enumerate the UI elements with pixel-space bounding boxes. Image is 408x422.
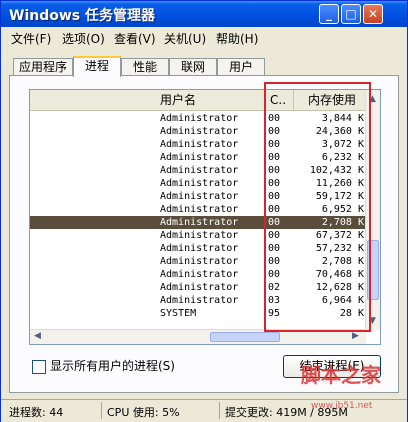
table-row[interactable]: Administrator 00 11,260 K	[30, 177, 366, 190]
row-user-name: Administrator	[160, 113, 239, 124]
table-row[interactable]: Administrator 00 3,844 K	[30, 112, 366, 125]
row-memory-usage: 2,708 K	[321, 217, 364, 228]
row-user-name: Administrator	[160, 152, 239, 163]
maximize-button[interactable]: □	[341, 4, 361, 24]
show-all-users-checkbox[interactable]: 显示所有用户的进程(S)	[32, 357, 175, 374]
tab-processes[interactable]: 进程	[73, 56, 121, 77]
row-memory-usage: 12,628 K	[315, 282, 364, 293]
vertical-scroll-thumb[interactable]	[367, 240, 379, 300]
scroll-right-icon[interactable]: ▶	[352, 331, 359, 341]
row-user-name: Administrator	[160, 282, 239, 293]
row-user-name: SYSTEM	[160, 308, 197, 319]
column-header-cpu[interactable]: C..	[266, 90, 294, 110]
watermark-url: www.jb51.net	[311, 401, 373, 411]
column-header-memory[interactable]: 内存使用	[294, 90, 366, 110]
row-memory-usage: 67,372 K	[315, 230, 364, 241]
table-row[interactable]: SYSTEM 95 28 K	[30, 307, 366, 320]
vertical-scrollbar[interactable]: ▲ ▼	[365, 90, 380, 330]
row-memory-usage: 3,844 K	[321, 113, 364, 124]
row-user-name: Administrator	[160, 217, 239, 228]
row-memory-usage: 70,468 K	[315, 269, 364, 280]
row-user-name: Administrator	[160, 191, 239, 202]
horizontal-scrollbar[interactable]: ◀ ▶	[30, 329, 366, 344]
table-row[interactable]: Administrator 00 3,072 K	[30, 138, 366, 151]
scroll-left-icon[interactable]: ◀	[34, 331, 41, 341]
table-row[interactable]: Administrator 00 2,708 K	[30, 255, 366, 268]
end-process-button[interactable]: 结束进程(E)	[283, 355, 381, 378]
tab-applications[interactable]: 应用程序	[13, 58, 73, 76]
table-row[interactable]: Administrator 00 57,232 K	[30, 242, 366, 255]
row-user-name: Administrator	[160, 256, 239, 267]
table-row[interactable]: Administrator 00 59,172 K	[30, 190, 366, 203]
task-manager-window: Windows 任务管理器 _ □ ✕ 文件(F) 选项(O) 查看(V) 关机…	[0, 0, 408, 422]
table-row[interactable]: Administrator 00 6,952 K	[30, 203, 366, 216]
menu-options[interactable]: 选项(O)	[62, 30, 105, 47]
tab-performance[interactable]: 性能	[121, 58, 169, 76]
status-process-count: 进程数: 44	[9, 406, 64, 419]
row-user-name: Administrator	[160, 126, 239, 137]
row-user-name: Administrator	[160, 165, 239, 176]
title-bar[interactable]: Windows 任务管理器 _ □ ✕	[1, 1, 407, 27]
menu-help[interactable]: 帮助(H)	[216, 30, 258, 47]
row-memory-usage: 3,072 K	[321, 139, 364, 150]
table-row[interactable]: Administrator 00 67,372 K	[30, 229, 366, 242]
row-memory-usage: 28 K	[339, 308, 364, 319]
row-user-name: Administrator	[160, 230, 239, 241]
table-row[interactable]: Administrator 00 102,432 K	[30, 164, 366, 177]
menu-view[interactable]: 查看(V)	[114, 30, 156, 47]
row-user-name: Administrator	[160, 139, 239, 150]
row-memory-usage: 11,260 K	[315, 178, 364, 189]
list-header: 用户名 C.. 内存使用	[30, 90, 366, 111]
menu-file[interactable]: 文件(F)	[11, 30, 51, 47]
menu-bar: 文件(F) 选项(O) 查看(V) 关机(U) 帮助(H)	[1, 28, 407, 48]
row-user-name: Administrator	[160, 269, 239, 280]
close-button[interactable]: ✕	[363, 4, 383, 24]
row-memory-usage: 6,964 K	[321, 295, 364, 306]
table-row[interactable]: Administrator 00 2,708 K	[30, 216, 366, 229]
row-user-name: Administrator	[160, 204, 239, 215]
row-memory-usage: 6,232 K	[321, 152, 364, 163]
row-memory-usage: 24,360 K	[315, 126, 364, 137]
scroll-down-icon[interactable]: ▼	[369, 316, 376, 326]
row-memory-usage: 102,432 K	[309, 165, 364, 176]
tab-networking[interactable]: 联网	[169, 58, 217, 76]
status-divider	[219, 402, 220, 419]
row-memory-usage: 2,708 K	[321, 256, 364, 267]
row-memory-usage: 6,952 K	[321, 204, 364, 215]
menu-shutdown[interactable]: 关机(U)	[164, 30, 206, 47]
minimize-button[interactable]: _	[319, 4, 339, 24]
show-all-users-label: 显示所有用户的进程(S)	[50, 359, 175, 373]
status-divider	[101, 402, 102, 419]
column-header-user[interactable]: 用户名	[30, 90, 266, 110]
table-row[interactable]: Administrator 00 70,468 K	[30, 268, 366, 281]
horizontal-scroll-thumb[interactable]	[210, 332, 280, 342]
row-user-name: Administrator	[160, 178, 239, 189]
table-row[interactable]: Administrator 00 6,232 K	[30, 151, 366, 164]
row-user-name: Administrator	[160, 243, 239, 254]
status-cpu-usage: CPU 使用: 5%	[107, 406, 180, 419]
row-user-name: Administrator	[160, 295, 239, 306]
scroll-up-icon[interactable]: ▲	[369, 94, 376, 104]
window-title: Windows 任务管理器	[9, 8, 155, 24]
checkbox-icon[interactable]	[32, 359, 46, 374]
tab-users[interactable]: 用户	[217, 58, 265, 76]
table-row[interactable]: Administrator 00 24,360 K	[30, 125, 366, 138]
table-row[interactable]: Administrator 02 12,628 K	[30, 281, 366, 294]
row-memory-usage: 59,172 K	[315, 191, 364, 202]
row-memory-usage: 57,232 K	[315, 243, 364, 254]
process-list[interactable]: 用户名 C.. 内存使用 Administrator 00 3,844 K Admin…	[29, 89, 381, 345]
table-row[interactable]: Administrator 03 6,964 K	[30, 294, 366, 307]
